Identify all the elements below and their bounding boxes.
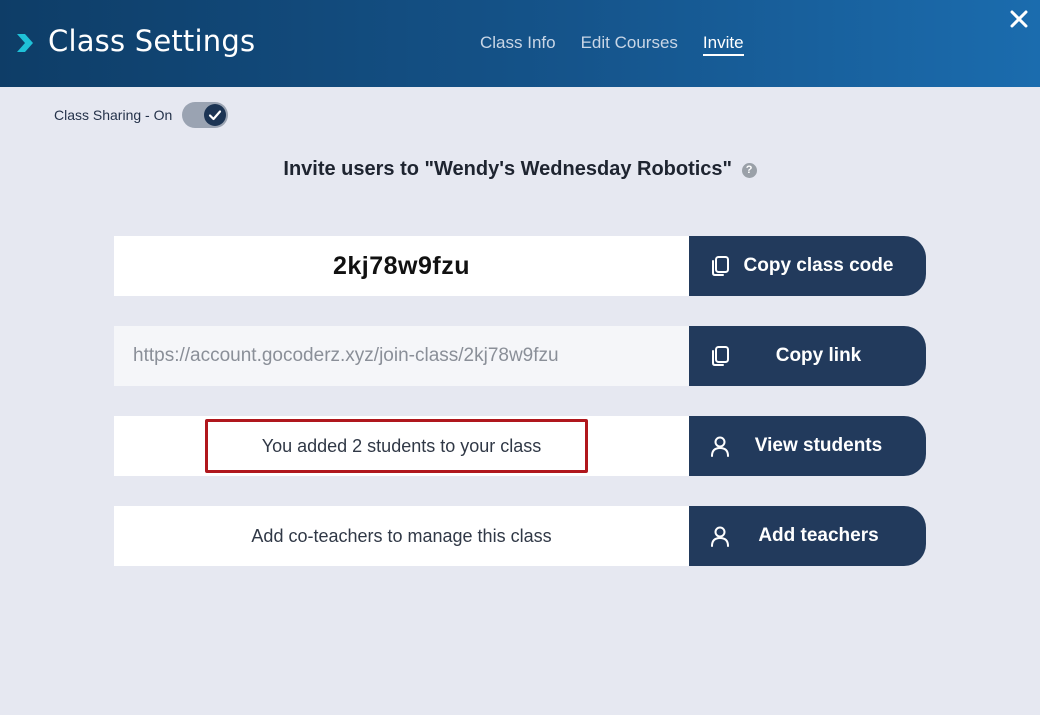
teachers-row: Add co-teachers to manage this class Add…: [114, 506, 926, 566]
class-sharing-label: Class Sharing - On: [54, 107, 173, 123]
invite-heading-text: Invite users to "Wendy's Wednesday Robot…: [283, 158, 733, 180]
user-icon: [711, 526, 729, 547]
students-row: You added 2 students to your class View …: [114, 416, 926, 476]
view-students-button[interactable]: View students: [689, 416, 926, 476]
chevron-right-icon: [17, 34, 33, 52]
user-icon: [711, 436, 729, 457]
tab-bar: Class Info Edit Courses Invite: [480, 33, 769, 56]
help-icon[interactable]: ?: [741, 163, 757, 178]
page-title: Class Settings: [48, 24, 256, 58]
tab-class-info[interactable]: Class Info: [480, 33, 556, 56]
invite-heading: Invite users to "Wendy's Wednesday Robot…: [0, 158, 1040, 181]
copy-icon: [712, 346, 729, 366]
copy-icon: [712, 256, 729, 276]
class-code-field: 2kj78w9fzu: [114, 236, 689, 296]
tab-edit-courses[interactable]: Edit Courses: [581, 33, 678, 56]
invite-link-field[interactable]: https://account.gocoderz.xyz/join-class/…: [114, 326, 689, 386]
class-code-row: 2kj78w9fzu Copy class code: [114, 236, 926, 296]
teachers-field: Add co-teachers to manage this class: [114, 506, 689, 566]
invite-link: https://account.gocoderz.xyz/join-class/…: [133, 345, 559, 366]
check-icon: [209, 110, 222, 121]
students-field: You added 2 students to your class: [114, 416, 689, 476]
close-icon[interactable]: [1008, 8, 1030, 30]
teachers-message: Add co-teachers to manage this class: [251, 525, 552, 546]
copy-link-button[interactable]: Copy link: [689, 326, 926, 386]
add-teachers-button[interactable]: Add teachers: [689, 506, 926, 566]
students-message: You added 2 students to your class: [261, 435, 542, 456]
class-sharing-control: Class Sharing - On: [54, 102, 229, 128]
invite-link-row: https://account.gocoderz.xyz/join-class/…: [114, 326, 926, 386]
class-sharing-toggle[interactable]: [182, 102, 229, 128]
header-bar: Class Settings Class Info Edit Courses I…: [0, 0, 1040, 87]
class-code: 2kj78w9fzu: [332, 251, 470, 280]
toggle-knob: [204, 104, 227, 126]
copy-class-code-button[interactable]: Copy class code: [689, 236, 926, 296]
tab-invite[interactable]: Invite: [702, 33, 744, 56]
